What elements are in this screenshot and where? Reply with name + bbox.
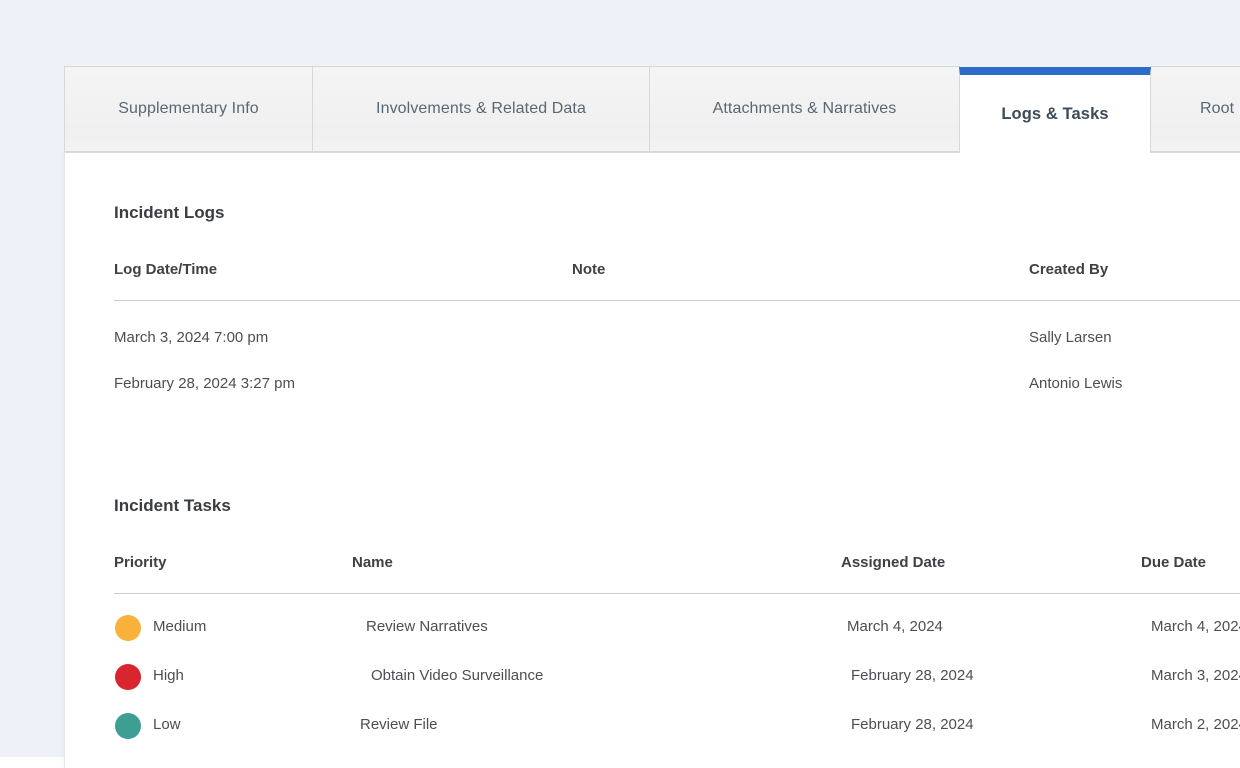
- task-name: Review Narratives: [366, 618, 488, 635]
- log-date-time: February 28, 2024 3:27 pm: [114, 375, 295, 392]
- logs-header-divider: [114, 300, 1240, 301]
- log-created-by: Antonio Lewis: [1029, 375, 1122, 392]
- log-table-row[interactable]: March 3, 2024 7:00 pm Sally Larsen: [65, 329, 1240, 349]
- task-due-date: March 4, 2024: [1151, 618, 1240, 635]
- tasks-column-header-priority: Priority: [114, 554, 167, 571]
- task-due-date: March 3, 2024: [1151, 667, 1240, 684]
- tab-label: Logs & Tasks: [1001, 105, 1108, 124]
- priority-medium-dot: [115, 615, 141, 641]
- priority-low-dot: [115, 713, 141, 739]
- incident-tasks-title: Incident Tasks: [114, 496, 231, 516]
- tab-involvements-related-data[interactable]: Involvements & Related Data: [312, 66, 650, 152]
- task-priority: High: [153, 667, 184, 684]
- tab-label: Involvements & Related Data: [376, 100, 586, 118]
- log-created-by: Sally Larsen: [1029, 329, 1112, 346]
- tasks-header-divider: [114, 593, 1240, 594]
- tab-attachments-narratives[interactable]: Attachments & Narratives: [649, 66, 960, 152]
- task-assigned-date: March 4, 2024: [847, 618, 943, 635]
- task-name: Review File: [360, 716, 438, 733]
- task-name: Obtain Video Surveillance: [371, 667, 543, 684]
- logs-column-header-note: Note: [572, 261, 605, 278]
- incident-detail-page: Supplementary Info Involvements & Relate…: [0, 0, 1240, 768]
- tab-bar: Supplementary Info Involvements & Relate…: [64, 66, 1240, 153]
- log-date-time: March 3, 2024 7:00 pm: [114, 329, 268, 346]
- tab-logs-tasks[interactable]: Logs & Tasks: [959, 67, 1151, 153]
- logs-column-header-date: Log Date/Time: [114, 261, 217, 278]
- task-assigned-date: February 28, 2024: [851, 667, 974, 684]
- tasks-column-header-name: Name: [352, 554, 393, 571]
- priority-high-dot: [115, 664, 141, 690]
- log-table-row[interactable]: February 28, 2024 3:27 pm Antonio Lewis: [65, 375, 1240, 395]
- tab-label: Supplementary Info: [118, 100, 259, 118]
- tasks-column-header-assigned-date: Assigned Date: [841, 554, 945, 571]
- task-priority: Medium: [153, 618, 206, 635]
- task-table-row[interactable]: Medium Review Narratives March 4, 2024 M…: [65, 614, 1240, 642]
- logs-column-header-created-by: Created By: [1029, 261, 1108, 278]
- task-table-row[interactable]: Low Review File February 28, 2024 March …: [65, 712, 1240, 740]
- logs-tasks-panel: Incident Logs Log Date/Time Note Created…: [64, 152, 1240, 768]
- tab-label: Root: [1200, 100, 1234, 118]
- task-due-date: March 2, 2024: [1151, 716, 1240, 733]
- tab-supplementary-info[interactable]: Supplementary Info: [64, 66, 313, 152]
- tab-label: Attachments & Narratives: [713, 100, 897, 118]
- task-priority: Low: [153, 716, 181, 733]
- task-assigned-date: February 28, 2024: [851, 716, 974, 733]
- task-table-row[interactable]: High Obtain Video Surveillance February …: [65, 663, 1240, 691]
- incident-logs-title: Incident Logs: [114, 203, 225, 223]
- tab-root[interactable]: Root: [1150, 66, 1240, 152]
- tasks-column-header-due-date: Due Date: [1141, 554, 1206, 571]
